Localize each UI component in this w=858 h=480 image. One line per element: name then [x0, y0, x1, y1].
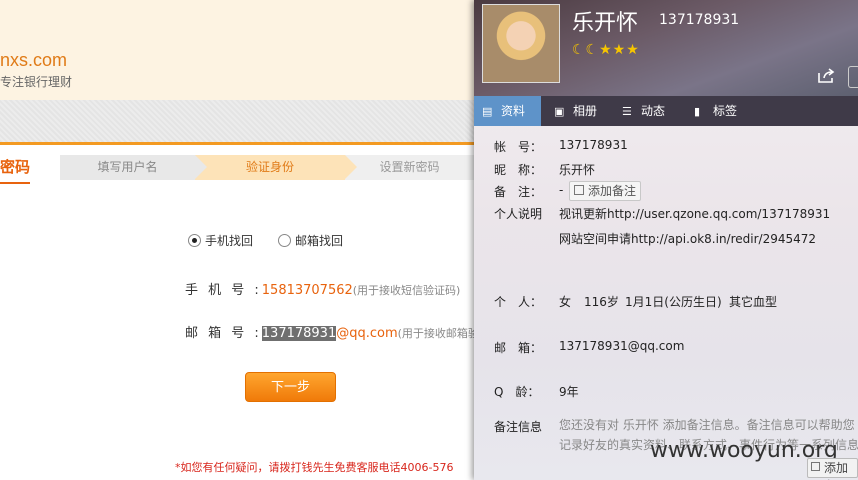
radio-phone-recovery[interactable]: 手机找回 [188, 232, 253, 249]
email-label: 邮 箱 号 : [185, 326, 262, 341]
step-progress: 填写用户名 验证身份 设置新密码 [60, 155, 474, 180]
tab-tags[interactable]: ▮ 标签 [686, 96, 756, 126]
bookmark-icon: ▮ [694, 105, 701, 118]
add-remark-button[interactable]: 添加备注 [569, 181, 642, 201]
personal-gender: 女 [559, 295, 572, 309]
site-slogan: 专注银行理财 [0, 75, 73, 89]
step-arrow [345, 155, 357, 179]
site-domain[interactable]: nxs.com [0, 50, 67, 71]
step-set-new-password: 设置新密码 [345, 155, 474, 180]
profile-header: 乐开怀 137178931 ☾☾★★★ [474, 0, 858, 96]
radio-label: 手机找回 [205, 234, 254, 248]
description-label: 个人说明 [494, 207, 543, 221]
email-label: 邮 箱： [494, 341, 543, 355]
help-hotline-note: *如您有任何疑问，请拨打钱先生免费客服电话4006-576 [175, 461, 454, 474]
profile-nickname: 乐开怀 [572, 11, 639, 36]
account-value: 137178931 [559, 138, 628, 152]
qq-age-label: Q 龄： [494, 385, 540, 399]
share-icon-glyph [818, 68, 835, 83]
add-remark-bottom-button[interactable]: 添加备 [807, 458, 858, 480]
profile-card-icon: ▤ [482, 105, 493, 118]
edit-icon [574, 185, 584, 195]
phone-value: 15813707562 [261, 283, 353, 298]
title-underline [0, 182, 30, 184]
avatar[interactable] [482, 4, 560, 83]
feed-icon: ☰ [622, 105, 632, 118]
qq-age-value: 9年 [559, 385, 579, 399]
email-note: (用于接收邮箱验证 [397, 327, 474, 340]
next-step-button[interactable]: 下一步 [245, 372, 336, 402]
email-row: 邮 箱 号 :137178931@qq.com(用于接收邮箱验证 [185, 322, 474, 341]
step-arrow [195, 155, 207, 179]
remark-value: - [559, 183, 564, 197]
tab-album[interactable]: ▣ 相册 [546, 96, 612, 126]
tab-label: 资料 [501, 104, 526, 118]
remark-label: 备 注： [494, 185, 543, 199]
account-label: 帐 号： [494, 140, 543, 154]
tab-label: 相册 [573, 104, 598, 118]
email-domain: @qq.com [336, 326, 398, 341]
qq-profile-card: 乐开怀 137178931 ☾☾★★★ ▤ 资料 ▣ 相册 ☰ 动态 ▮ 标签 帐 号：… [474, 0, 858, 480]
tab-feed[interactable]: ☰ 动态 [614, 96, 684, 126]
profile-qq-number: 137178931 [659, 12, 740, 28]
phone-note: (用于接收短信验证码) [352, 284, 461, 297]
description-line-1[interactable]: 视讯更新http://user.qzone.qq.com/137178931 [559, 205, 830, 222]
step-fill-username: 填写用户名 [60, 155, 195, 180]
personal-blood-type: 其它血型 [729, 295, 778, 309]
description-line-2[interactable]: 网站空间申请http://api.ok8.in/redir/2945472 [559, 230, 816, 247]
more-button[interactable] [848, 66, 858, 88]
share-icon[interactable] [817, 68, 835, 84]
radio-email-recovery[interactable]: 邮箱找回 [278, 232, 343, 249]
phone-label: 手 机 号 : [185, 283, 262, 298]
tab-label: 动态 [641, 104, 666, 118]
password-reset-page: nxs.com 专注银行理财 密码 填写用户名 验证身份 设置新密码 手机找回 … [0, 0, 474, 480]
email-value: 137178931@qq.com [559, 339, 685, 353]
header-divider [0, 142, 474, 145]
tab-label: 标签 [713, 104, 738, 118]
edit-icon [811, 462, 820, 471]
personal-age: 116岁 [584, 295, 619, 309]
nickname-label: 昵 称： [494, 163, 543, 177]
nickname-value: 乐开怀 [559, 163, 596, 177]
add-remark-label: 添加备注 [588, 184, 637, 198]
album-icon: ▣ [554, 105, 565, 118]
tab-profile[interactable]: ▤ 资料 [474, 96, 541, 126]
remark-info-label: 备注信息 [494, 420, 543, 434]
phone-row: 手 机 号 :15813707562(用于接收短信验证码) [185, 279, 460, 298]
profile-tabs: ▤ 资料 ▣ 相册 ☰ 动态 ▮ 标签 [474, 96, 858, 126]
header-band [0, 100, 474, 142]
site-header: nxs.com 专注银行理财 [0, 0, 474, 100]
step-verify-identity: 验证身份 [195, 155, 345, 180]
add-remark-bottom-label: 添加备 [824, 461, 849, 480]
email-selected-text[interactable]: 137178931 [261, 326, 337, 341]
page-title: 密码 [0, 158, 31, 176]
personal-label: 个 人： [494, 295, 543, 309]
radio-button[interactable] [278, 234, 291, 247]
radio-button[interactable] [188, 234, 201, 247]
qq-level-icon: ☾☾★★★ [572, 42, 640, 58]
radio-label: 邮箱找回 [295, 234, 344, 248]
personal-birthday: 1月1日(公历生日) [625, 295, 722, 309]
